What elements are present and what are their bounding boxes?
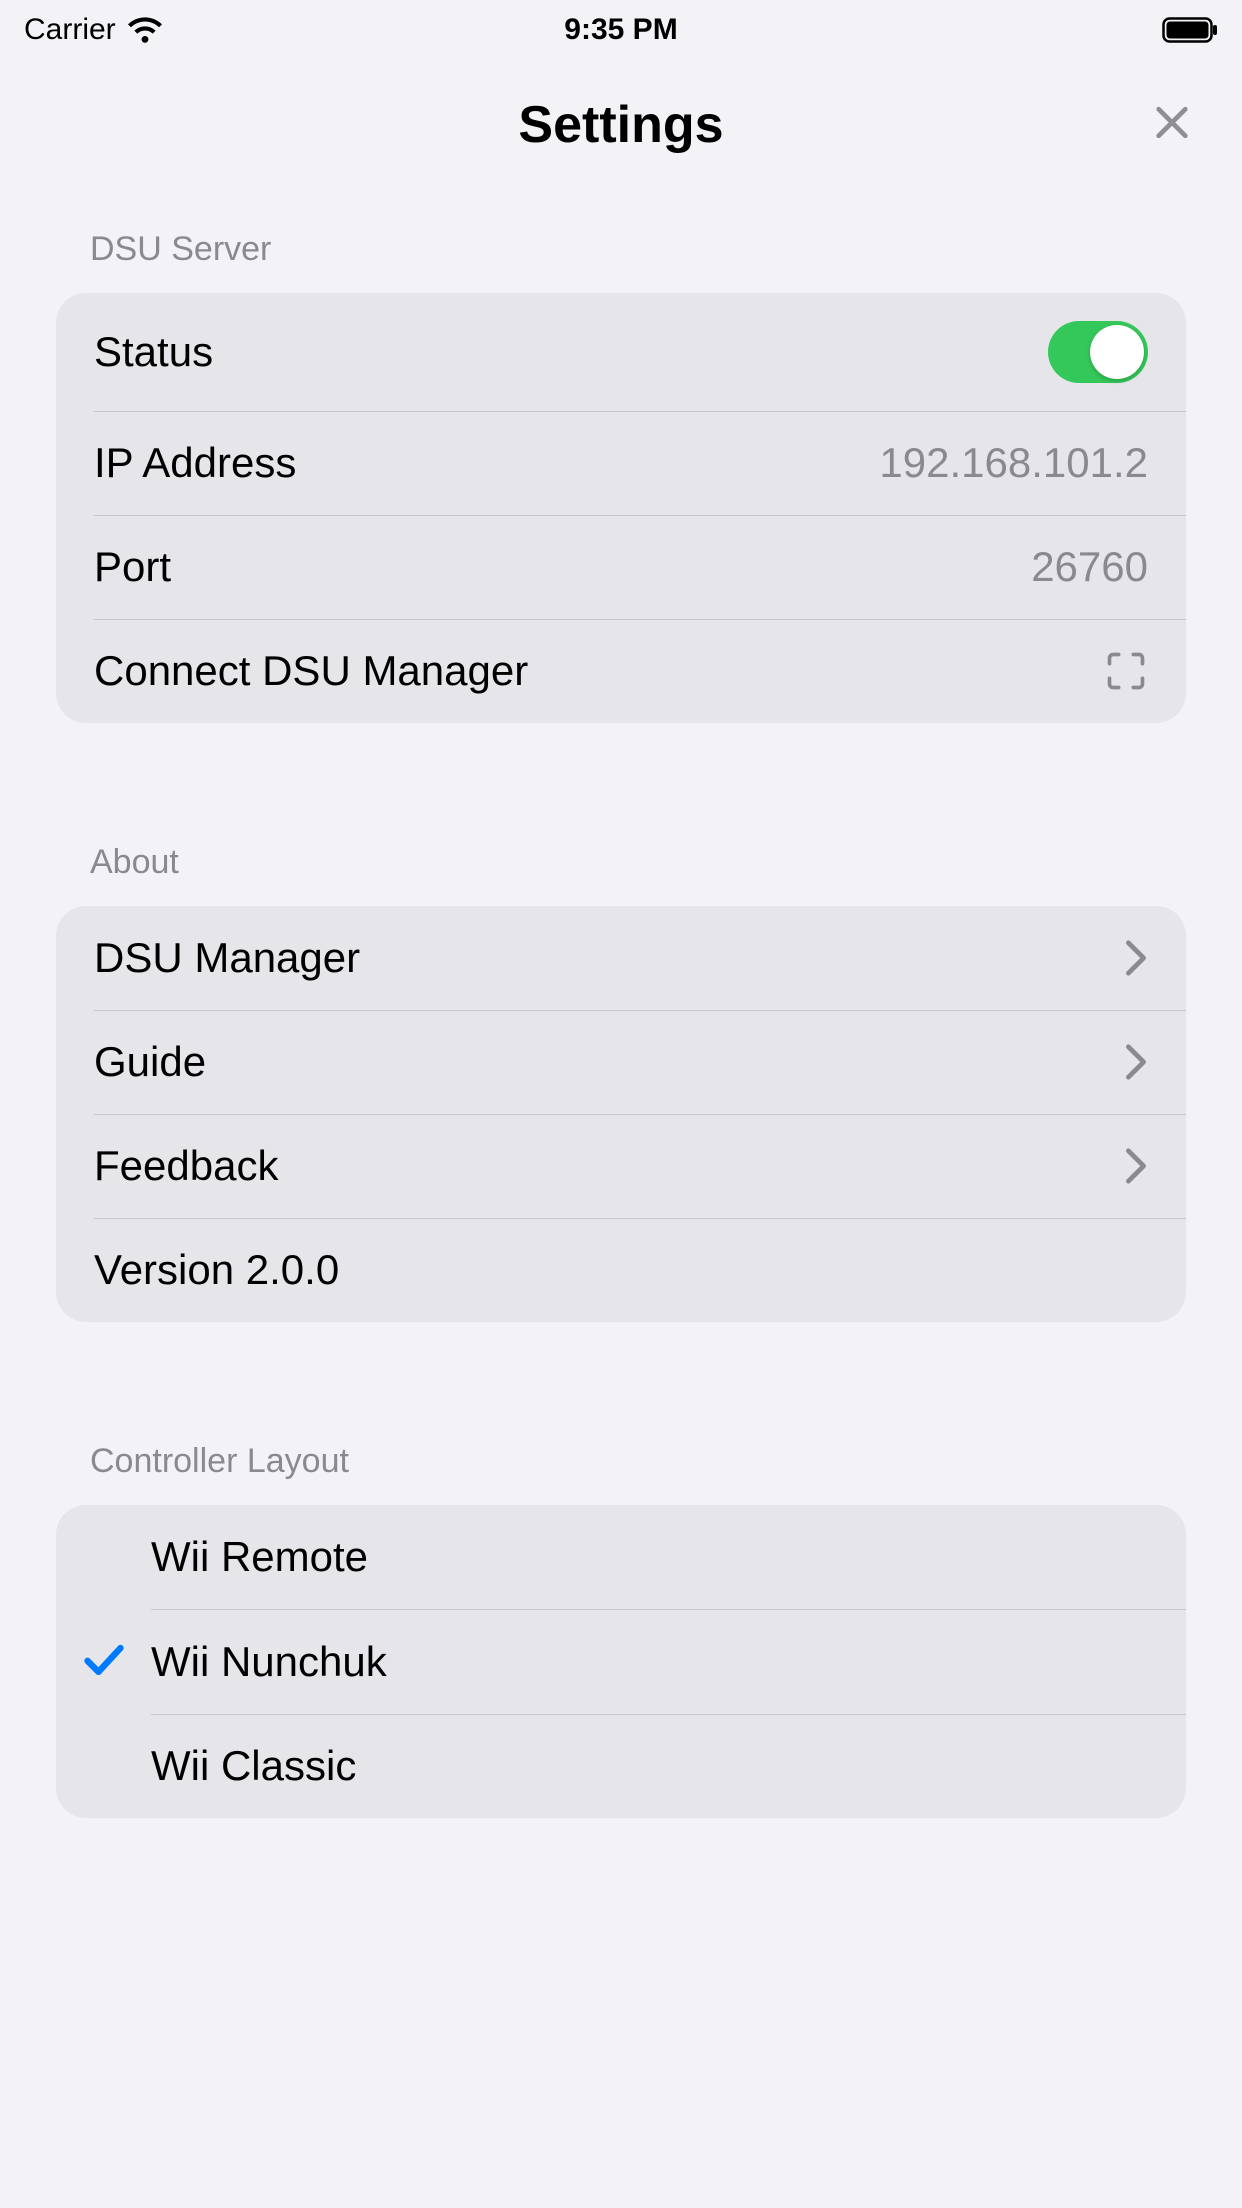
layout-option-wii-classic[interactable]: Wii Classic — [56, 1714, 1186, 1818]
status-right — [1162, 17, 1218, 43]
page-title: Settings — [518, 95, 723, 155]
wifi-icon — [128, 17, 162, 43]
close-icon — [1152, 130, 1192, 147]
row-label: Guide — [94, 1038, 1124, 1086]
nav-header: Settings — [0, 60, 1242, 190]
row-label: Port — [94, 543, 1031, 591]
carrier-label: Carrier — [24, 13, 116, 47]
layout-label: Wii Nunchuk — [151, 1638, 387, 1686]
row-label: IP Address — [94, 439, 879, 487]
row-label: DSU Manager — [94, 934, 1124, 982]
version-label: Version 2.0.0 — [94, 1246, 1148, 1294]
layout-label: Wii Classic — [151, 1742, 356, 1790]
ip-address-value: 192.168.101.2 — [879, 439, 1148, 487]
group-about: DSU Manager Guide Feedback — [56, 906, 1186, 1322]
chevron-right-icon — [1124, 1043, 1148, 1081]
group-dsu-server: Status IP Address 192.168.101.2 Port 267… — [56, 293, 1186, 723]
row-label: Connect DSU Manager — [94, 647, 1104, 695]
chevron-right-icon — [1124, 1147, 1148, 1185]
row-guide[interactable]: Guide — [56, 1010, 1186, 1114]
layout-option-wii-remote[interactable]: Wii Remote — [56, 1505, 1186, 1609]
battery-icon — [1162, 17, 1218, 43]
close-button[interactable] — [1152, 103, 1192, 148]
status-time: 9:35 PM — [564, 13, 677, 47]
section-header-about: About — [0, 843, 1242, 906]
row-dsu-manager[interactable]: DSU Manager — [56, 906, 1186, 1010]
layout-label: Wii Remote — [151, 1533, 368, 1581]
status-left: Carrier — [24, 13, 162, 47]
scan-icon — [1104, 649, 1148, 693]
row-status[interactable]: Status — [56, 293, 1186, 411]
row-connect-dsu-manager[interactable]: Connect DSU Manager — [56, 619, 1186, 723]
check-slot — [56, 1637, 151, 1686]
row-ip-address: IP Address 192.168.101.2 — [56, 411, 1186, 515]
checkmark-icon — [82, 1637, 126, 1686]
group-controller-layout: Wii Remote Wii Nunchuk Wii Classic — [56, 1505, 1186, 1818]
toggle-knob — [1090, 325, 1144, 379]
row-feedback[interactable]: Feedback — [56, 1114, 1186, 1218]
row-label: Feedback — [94, 1142, 1124, 1190]
chevron-right-icon — [1124, 939, 1148, 977]
layout-option-wii-nunchuk[interactable]: Wii Nunchuk — [56, 1609, 1186, 1714]
status-bar: Carrier 9:35 PM — [0, 0, 1242, 60]
row-port: Port 26760 — [56, 515, 1186, 619]
row-label: Status — [94, 328, 1048, 376]
row-version: Version 2.0.0 — [56, 1218, 1186, 1322]
section-header-dsu-server: DSU Server — [0, 230, 1242, 293]
port-value: 26760 — [1031, 543, 1148, 591]
status-toggle[interactable] — [1048, 321, 1148, 383]
section-header-controller-layout: Controller Layout — [0, 1442, 1242, 1505]
